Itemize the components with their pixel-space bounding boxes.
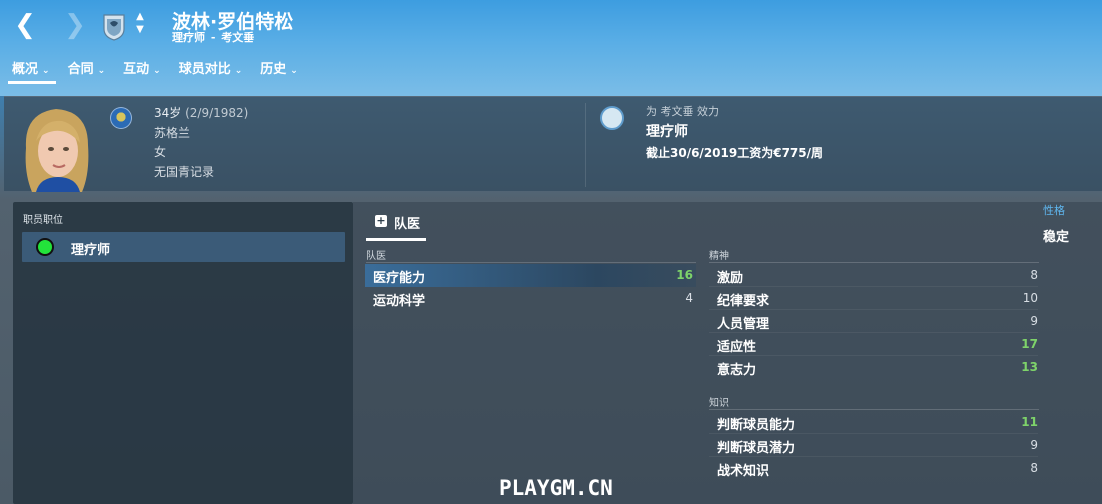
tab-overview[interactable]: 概况 ⌄ (0, 60, 56, 86)
attribute-name: 纪律要求 (717, 294, 770, 309)
attribute-row[interactable]: 医疗能力 16 (365, 264, 696, 287)
tab-label: 概况 (12, 62, 39, 77)
chevron-down-icon: ⌄ (42, 66, 50, 76)
attribute-name: 意志力 (717, 363, 757, 378)
tab-label: 球员对比 (178, 62, 231, 77)
divider (366, 262, 696, 263)
age: 34岁 (154, 106, 182, 120)
watermark: PLAYGM.CN (499, 476, 613, 500)
tab-label: 合同 (67, 62, 94, 77)
nationality[interactable]: 苏格兰 (154, 124, 248, 144)
plays-for: 为 考文垂 效力 (646, 105, 719, 118)
attribute-value: 17 (1021, 337, 1038, 351)
divider (585, 103, 586, 187)
personality-label: 性格 (1043, 204, 1065, 217)
back-chevron-icon[interactable]: ❮ (10, 10, 40, 40)
attribute-row[interactable]: 战术知识 8 (709, 457, 1038, 480)
plus-icon: + (375, 214, 387, 227)
age-line: 34岁 (2/9/1982) (154, 104, 248, 124)
page-header: ❮ ❯ ▲ ▼ 波林·罗伯特松 理疗师 - 考文垂 概况 ⌄ 合同 ⌄ 互动 ⌄ … (0, 0, 1102, 96)
attribute-name: 医疗能力 (373, 271, 426, 286)
attribute-name: 判断球员潜力 (717, 441, 796, 456)
tab-interaction[interactable]: 互动 ⌄ (111, 60, 167, 86)
tab-compare[interactable]: 球员对比 ⌄ (167, 60, 249, 86)
bio-details: 34岁 (2/9/1982) 苏格兰 女 无国青记录 (154, 104, 248, 182)
person-role: 理疗师 (172, 31, 205, 44)
chevron-down-icon: ⌄ (290, 66, 298, 76)
person-switcher-icon[interactable]: ▲ ▼ (133, 10, 147, 40)
youth-record: 无国青记录 (154, 164, 215, 179)
attribute-name: 激励 (717, 271, 744, 286)
tab-label: 互动 (123, 62, 150, 77)
contract-wage: 截止30/6/2019工资为€775/周 (646, 146, 823, 160)
profile-tabs: 概况 ⌄ 合同 ⌄ 互动 ⌄ 球员对比 ⌄ 历史 ⌄ (0, 60, 304, 86)
group-label-mental: 精神 (709, 251, 729, 262)
tab-label: 历史 (260, 62, 287, 77)
date-of-birth: (2/9/1982) (185, 106, 249, 120)
forward-chevron-icon[interactable]: ❯ (60, 10, 90, 40)
position-label: 理疗师 (71, 243, 111, 258)
attribute-value: 13 (1021, 360, 1038, 374)
club-crest-icon (103, 14, 125, 41)
chevron-down-icon: ⌄ (97, 66, 106, 76)
attribute-value: 10 (1022, 291, 1038, 305)
attribute-value: 8 (1030, 268, 1038, 282)
position-status-dot-icon (36, 238, 54, 256)
attribute-value: 11 (1021, 415, 1038, 429)
attribute-name: 判断球员能力 (717, 418, 796, 433)
attribute-row[interactable]: 运动科学 4 (365, 287, 696, 310)
divider (709, 409, 1039, 410)
position-item[interactable]: 理疗师 (22, 232, 345, 262)
attribute-value: 8 (1030, 461, 1038, 475)
profile-info-bar: 34岁 (2/9/1982) 苏格兰 女 无国青记录 为 考文垂 效力 理疗师 … (4, 96, 1102, 192)
attribute-row[interactable]: 判断球员潜力 9 (709, 434, 1038, 457)
attribute-name: 适应性 (717, 340, 757, 355)
positions-title: 职员职位 (23, 215, 63, 226)
attribute-row[interactable]: 人员管理 9 (709, 310, 1038, 333)
attribute-name: 战术知识 (717, 464, 770, 479)
contract-role: 理疗师 (646, 124, 688, 140)
nationality-flag-icon (110, 107, 132, 129)
group-label-medical: 队医 (366, 251, 386, 262)
tab-contract[interactable]: 合同 ⌄ (56, 60, 112, 86)
staff-photo (25, 109, 89, 192)
contract-info: 为 考文垂 效力 理疗师 截止30/6/2019工资为€775/周 (646, 103, 823, 161)
attribute-row[interactable]: 激励 8 (709, 264, 1038, 287)
role-club-separator: - (210, 31, 216, 44)
divider (709, 262, 1039, 263)
club-badge-icon (600, 106, 624, 130)
gender: 女 (154, 145, 167, 159)
tab-medical[interactable]: + 队医 (366, 211, 426, 241)
personality-value[interactable]: 稳定 (1043, 226, 1069, 245)
chevron-down-icon: ⌄ (153, 66, 161, 76)
attribute-value: 9 (1030, 438, 1038, 452)
attribute-row[interactable]: 意志力 13 (709, 356, 1038, 379)
attribute-name: 人员管理 (717, 317, 770, 332)
staff-positions-panel: 职员职位 理疗师 (13, 202, 353, 504)
tab-history[interactable]: 历史 ⌄ (248, 60, 304, 86)
attribute-row[interactable]: 适应性 17 (709, 333, 1038, 356)
attribute-row[interactable]: 判断球员能力 11 (709, 411, 1038, 434)
person-club[interactable]: 考文垂 (221, 31, 254, 44)
attribute-value: 9 (1030, 314, 1038, 328)
section-tab-label: 队医 (394, 217, 421, 232)
attribute-name: 运动科学 (373, 294, 426, 309)
chevron-down-icon: ⌄ (234, 66, 243, 76)
group-label-knowledge: 知识 (709, 398, 729, 409)
person-role-club: 理疗师 - 考文垂 (172, 29, 254, 45)
attribute-value: 4 (685, 291, 693, 305)
attribute-value: 16 (676, 268, 693, 282)
attribute-row[interactable]: 纪律要求 10 (709, 287, 1038, 310)
